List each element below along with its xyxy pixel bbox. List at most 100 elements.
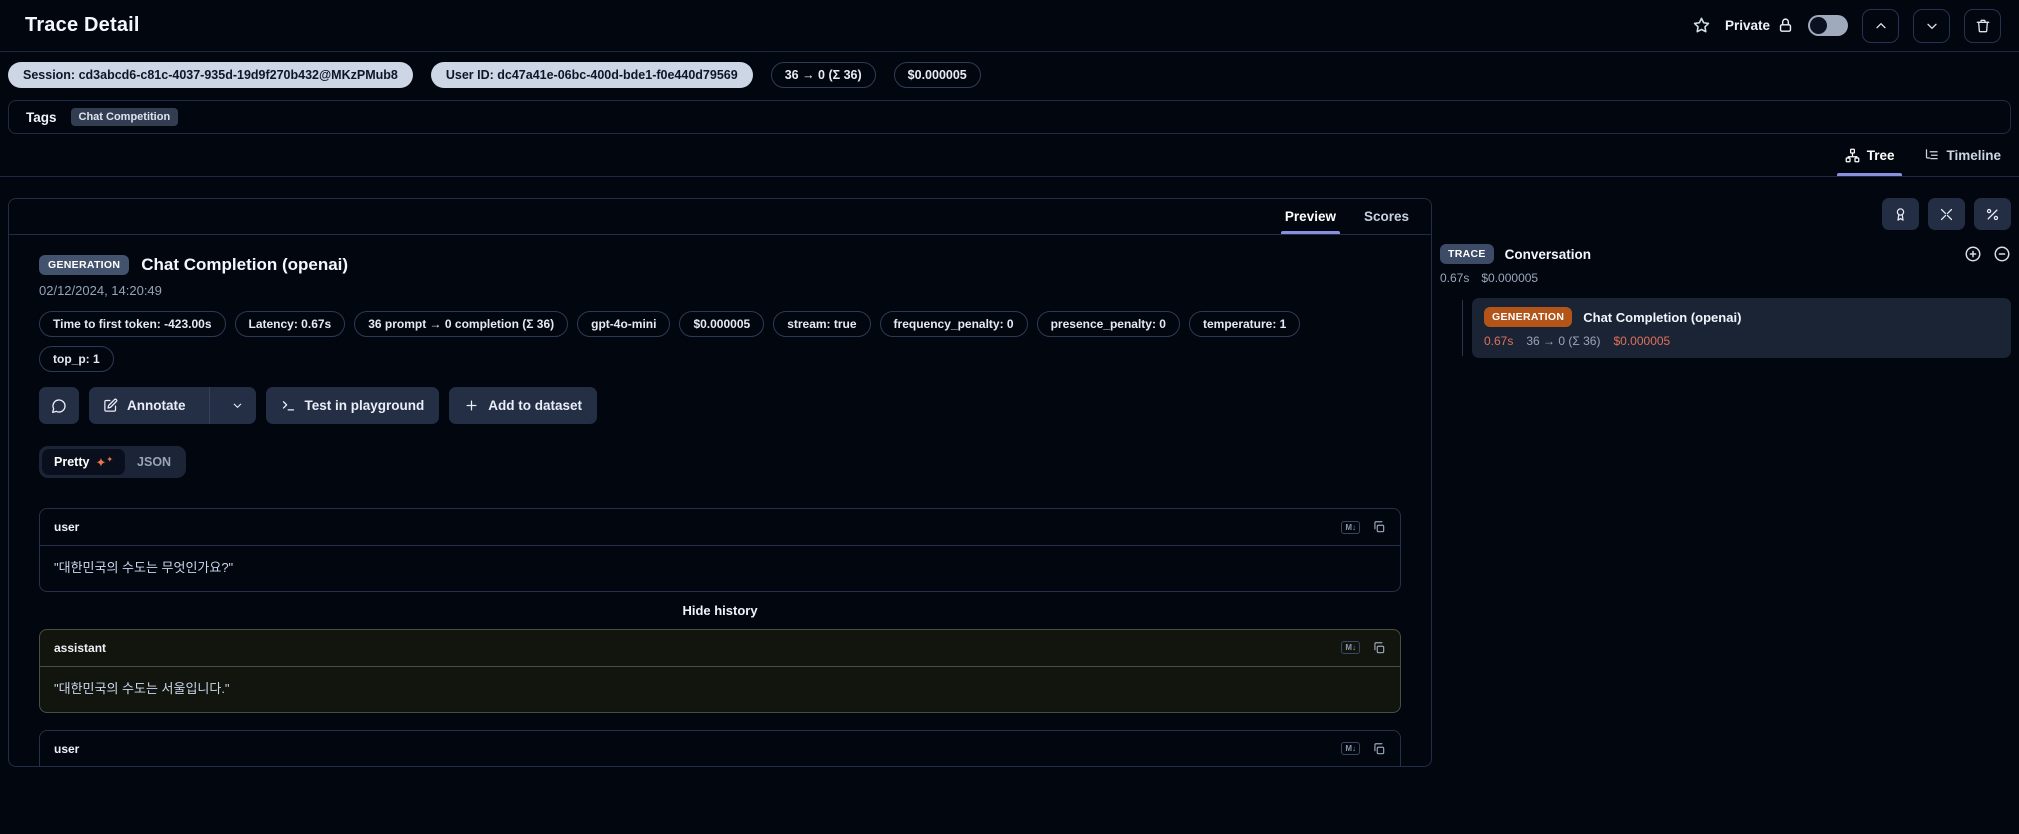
topbar: Trace Detail Private xyxy=(0,0,2019,52)
collapse-icon xyxy=(1940,208,1953,220)
metric-token-usage: 36 prompt → 0 completion (Σ 36) xyxy=(354,311,569,337)
trace-root-row[interactable]: TRACE Conversation xyxy=(1440,244,2011,264)
tree-item-title: Chat Completion (openai) xyxy=(1583,309,1742,325)
annotate-split-button: Annotate xyxy=(89,387,256,424)
tree-icon xyxy=(1845,148,1860,163)
copy-icon[interactable] xyxy=(1372,641,1386,655)
sparkles-icon: ✦✦ xyxy=(95,454,114,470)
tag-chip[interactable]: Chat Competition xyxy=(70,108,179,126)
pretty-label: Pretty xyxy=(54,455,90,469)
observation-header: GENERATION Chat Completion (openai) xyxy=(39,255,1401,275)
collapse-all-button[interactable] xyxy=(1928,198,1965,230)
tab-timeline[interactable]: Timeline xyxy=(1922,134,2003,176)
comment-button[interactable] xyxy=(39,387,79,424)
trace-cost: $0.000005 xyxy=(1481,271,1539,285)
topbar-actions: Private xyxy=(1692,8,2001,43)
metric-temperature: temperature: 1 xyxy=(1188,311,1301,337)
tab-tree[interactable]: Tree xyxy=(1836,134,1903,176)
tab-scores[interactable]: Scores xyxy=(1352,199,1421,234)
metric-presence-penalty: presence_penalty: 0 xyxy=(1036,311,1180,337)
format-json[interactable]: JSON xyxy=(125,449,183,475)
markdown-icon[interactable]: M↓ xyxy=(1341,641,1360,655)
delete-trace-button[interactable] xyxy=(1964,8,2001,43)
tree-item-tokens: 36 → 0 (Σ 36) xyxy=(1526,334,1601,348)
generation-badge: GENERATION xyxy=(1484,307,1573,327)
markdown-icon[interactable]: M↓ xyxy=(1341,742,1360,756)
tree-children: GENERATION Chat Completion (openai) 0.67… xyxy=(1440,298,2011,358)
metric-cost: $0.000005 xyxy=(679,311,765,337)
metric-time-to-first-token: Time to first token: -423.00s xyxy=(39,311,226,337)
privacy-label: Private xyxy=(1724,18,1770,33)
trace-tree-panel: TRACE Conversation 0.67s $0.000005 GENER… xyxy=(1440,198,2011,767)
privacy-status: Private xyxy=(1725,17,1794,34)
annotate-dropdown-button[interactable] xyxy=(219,387,256,424)
tree-item-latency: 0.67s xyxy=(1484,334,1514,348)
test-in-playground-button[interactable]: Test in playground xyxy=(265,387,440,424)
observation-card: Preview Scores GENERATION Chat Completio… xyxy=(8,198,1432,767)
markdown-icon[interactable]: M↓ xyxy=(1341,520,1360,534)
percent-icon xyxy=(1986,208,1999,220)
timeline-icon xyxy=(1924,148,1939,163)
collapse-node-icon[interactable] xyxy=(1993,245,2011,263)
observation-body: GENERATION Chat Completion (openai) 02/1… xyxy=(9,235,1431,766)
toggle-knob xyxy=(1810,17,1827,34)
message-role: user xyxy=(54,741,80,756)
edit-icon xyxy=(104,398,118,412)
trace-type-badge: TRACE xyxy=(1440,244,1494,264)
trace-root-metrics: 0.67s $0.000005 xyxy=(1440,271,2011,285)
expand-all-icon[interactable] xyxy=(1964,245,1982,263)
chevron-down-icon xyxy=(1926,23,1937,29)
plus-icon xyxy=(466,400,477,411)
trace-latency: 0.67s xyxy=(1440,271,1470,285)
message-content: "대한민국의 수도는 서울입니다." xyxy=(54,680,230,696)
token-usage-badge: 36 → 0 (Σ 36) xyxy=(770,62,876,88)
message-content: "대한민국의 수도는 무엇인가요?" xyxy=(54,560,234,575)
observation-title: Chat Completion (openai) xyxy=(141,255,349,274)
format-toggle: Pretty ✦✦ JSON xyxy=(39,446,187,478)
message-header: assistant M↓ xyxy=(40,630,1400,667)
tree-controls xyxy=(1440,198,2011,230)
tree-item-generation[interactable]: GENERATION Chat Completion (openai) 0.67… xyxy=(1472,298,2011,358)
terminal-icon xyxy=(282,401,294,411)
tree-item-cost: $0.000005 xyxy=(1613,334,1671,348)
tab-tree-label: Tree xyxy=(1866,147,1895,163)
metrics-toggle-button[interactable] xyxy=(1974,198,2011,230)
user-id-badge[interactable]: User ID: dc47a41e-06bc-400d-bde1-f0e440d… xyxy=(430,62,753,88)
test-playground-label: Test in playground xyxy=(304,398,425,413)
page-title: Trace Detail xyxy=(25,14,140,36)
button-divider xyxy=(208,387,210,424)
hide-history-button[interactable]: Hide history xyxy=(39,603,1401,618)
copy-icon[interactable] xyxy=(1372,520,1386,534)
metric-latency: Latency: 0.67s xyxy=(234,311,346,337)
message-user-1: user M↓ "대한민국의 수도는 무엇인가요?" xyxy=(39,508,1401,592)
copy-icon[interactable] xyxy=(1372,742,1386,756)
chevron-up-icon xyxy=(1875,22,1886,28)
tab-preview[interactable]: Preview xyxy=(1273,199,1348,234)
metric-frequency-penalty: frequency_penalty: 0 xyxy=(879,311,1028,337)
message-role: assistant xyxy=(54,640,107,655)
trace-meta-row: Session: cd3abcd6-c81c-4037-935d-19d9f27… xyxy=(0,52,2019,98)
message-role: user xyxy=(54,520,80,534)
previous-trace-button[interactable] xyxy=(1862,8,1899,43)
view-tabs: Tree Timeline xyxy=(0,134,2019,177)
tab-timeline-label: Timeline xyxy=(1946,147,2001,163)
message-header: user M↓ xyxy=(40,731,1400,766)
next-trace-button[interactable] xyxy=(1913,8,1950,43)
generation-type-badge: GENERATION xyxy=(39,255,130,275)
observation-timestamp: 02/12/2024, 14:20:49 xyxy=(39,283,162,298)
format-pretty[interactable]: Pretty ✦✦ xyxy=(42,449,126,475)
metric-model: gpt-4o-mini xyxy=(577,311,671,337)
action-buttons: Annotate Test in playground Add to datas… xyxy=(39,387,1401,424)
visibility-toggle[interactable] xyxy=(1808,15,1848,36)
lock-icon xyxy=(1777,17,1794,34)
scores-toggle-button[interactable] xyxy=(1882,198,1919,230)
message-user-2: user M↓ "감사합니다 " xyxy=(39,729,1401,766)
message-assistant: assistant M↓ "대한민국의 수도는 서울입니다." xyxy=(39,628,1401,713)
chevron-down-icon xyxy=(233,403,241,408)
bookmark-star-icon[interactable] xyxy=(1692,16,1711,35)
annotate-button[interactable]: Annotate xyxy=(89,387,200,424)
metric-top-p: top_p: 1 xyxy=(39,346,114,372)
comment-icon xyxy=(52,398,66,413)
session-badge[interactable]: Session: cd3abcd6-c81c-4037-935d-19d9f27… xyxy=(8,62,413,88)
add-to-dataset-button[interactable]: Add to dataset xyxy=(449,387,598,424)
